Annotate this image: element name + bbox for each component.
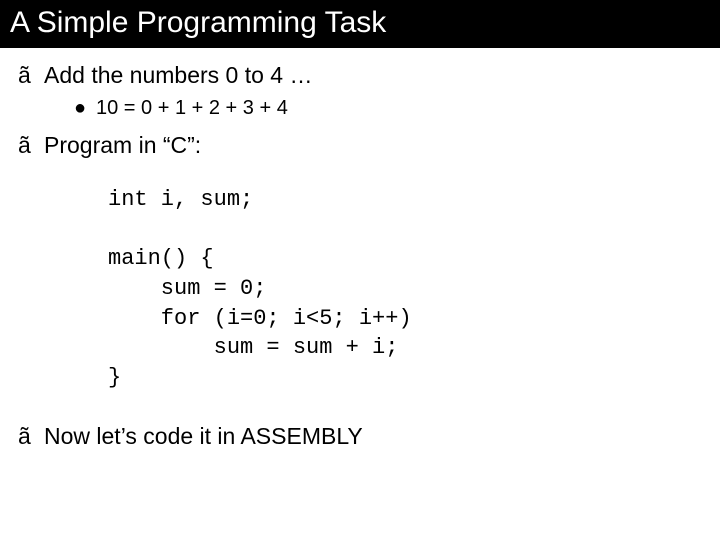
bullet-icon: ã xyxy=(18,62,44,89)
slide-content: ã Add the numbers 0 to 4 … ● 10 = 0 + 1 … xyxy=(0,48,720,454)
sub-bullet-text: 10 = 0 + 1 + 2 + 3 + 4 xyxy=(96,97,288,120)
sub-bullet-item: ● 10 = 0 + 1 + 2 + 3 + 4 xyxy=(0,93,720,128)
bullet-dot-icon: ● xyxy=(74,97,96,120)
bullet-icon: ã xyxy=(18,132,44,159)
bullet-text: Now let’s code it in ASSEMBLY xyxy=(44,423,363,450)
bullet-text: Add the numbers 0 to 4 … xyxy=(44,62,313,89)
bullet-icon: ã xyxy=(18,423,44,450)
bullet-text: Program in “C”: xyxy=(44,132,201,159)
code-block: int i, sum; main() { sum = 0; for (i=0; … xyxy=(0,163,720,419)
bullet-item: ã Add the numbers 0 to 4 … xyxy=(0,58,720,93)
bullet-item: ã Now let’s code it in ASSEMBLY xyxy=(0,419,720,454)
slide-title: A Simple Programming Task xyxy=(0,0,720,48)
bullet-item: ã Program in “C”: xyxy=(0,128,720,163)
